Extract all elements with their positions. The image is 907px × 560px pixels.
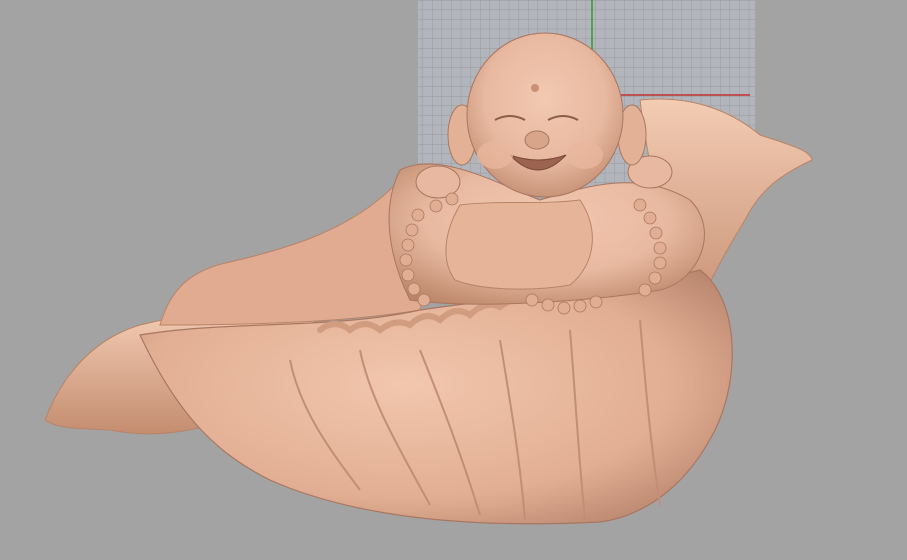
3d-viewport[interactable] bbox=[0, 0, 907, 560]
right-cheek bbox=[567, 141, 603, 169]
lotus-leaf-back-left bbox=[159, 184, 425, 326]
viewport-canvas[interactable] bbox=[0, 0, 907, 560]
robe-fold bbox=[445, 199, 593, 290]
nose bbox=[524, 130, 550, 150]
left-cheek bbox=[477, 141, 513, 169]
forehead-dot bbox=[531, 84, 539, 92]
buddha-head bbox=[466, 32, 624, 198]
